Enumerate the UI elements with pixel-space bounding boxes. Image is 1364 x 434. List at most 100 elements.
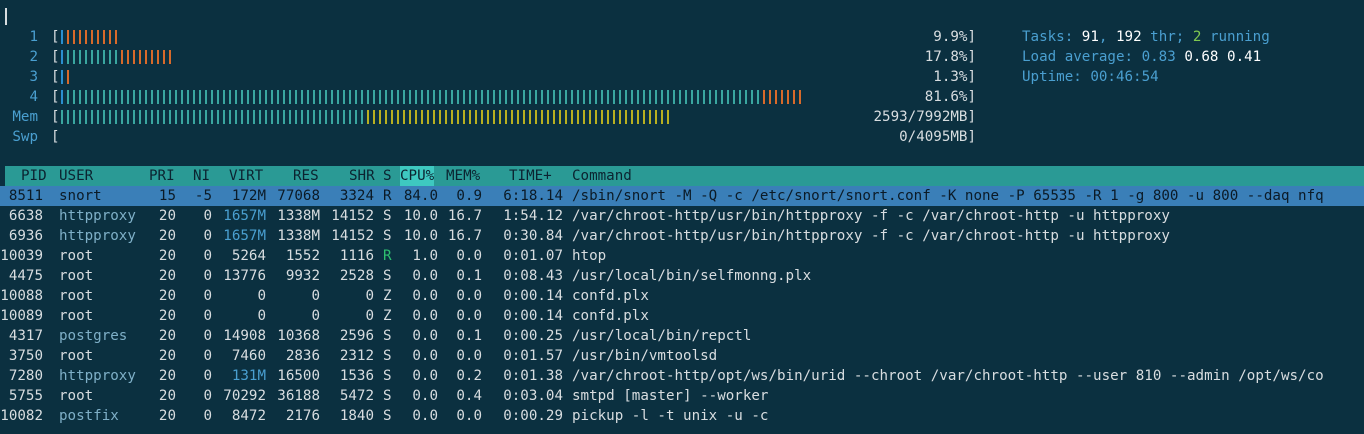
cell-cpu: 10.0 [403,228,438,244]
cell-pid: 4475 [8,268,43,284]
cell-pri: 20 [158,308,176,324]
process-row[interactable]: 4317 postgres 20 0 14908 10368 2596 S 0.0 0.1 0:00… [0,326,1364,346]
cell-s: S [383,208,392,224]
cell-mem: 0.4 [456,388,482,404]
cell-s: R [383,188,392,204]
cell-time: 0:08.43 [503,268,563,284]
terminal-cursor [5,8,7,25]
process-row-selected[interactable]: 8511 snort 15 -5 172M 77068 3324 R 84.0 0.9 6:18.1… [0,186,1364,206]
cell-pid: 6936 [8,228,43,244]
col-user[interactable]: USER [59,166,93,186]
cell-ni: 0 [203,348,212,364]
cell-mem: 0.1 [456,268,482,284]
cell-res: 36188 [277,388,320,404]
cell-ni: 0 [203,228,212,244]
cell-pri: 20 [158,348,176,364]
cell-cpu: 0.0 [412,288,438,304]
cell-pri: 20 [158,228,176,244]
col-cpu-sorted[interactable]: CPU% [400,166,435,186]
col-virt[interactable]: VIRT [229,166,263,186]
cell-time: 0:03.04 [503,388,563,404]
process-row[interactable]: 3750 root 20 0 7460 2836 2312 S 0.0 0.0 0:01.57/us… [0,346,1364,366]
cell-s: S [383,328,392,344]
cell-s: S [383,348,392,364]
cell-pri: 15 [158,188,176,204]
cell-cpu: 84.0 [403,188,438,204]
cell-shr: 2596 [339,328,374,344]
process-row[interactable]: 4475 root 20 0 13776 9932 2528 S 0.0 0.1 0:08.43/u… [0,266,1364,286]
cell-user: postfix [59,408,119,424]
cell-pid: 10089 [0,308,43,324]
cell-user: root [59,388,94,404]
cell-s: S [383,268,392,284]
col-ni[interactable]: NI [193,166,210,186]
process-row[interactable]: 6936 httpproxy 20 0 1657M 1338M 14152 S 10.0 16.7… [0,226,1364,246]
meter-value: 0/4095MB] [899,129,976,145]
cell-pri: 20 [158,328,176,344]
cell-user: root [59,248,94,264]
cell-shr: 3324 [339,188,374,204]
col-state[interactable]: S [383,166,392,186]
process-row[interactable]: 10089 root 20 0 0 0 0 Z 0.0 0.0 0:00.14 confd.plx [0,306,1364,326]
cell-pri: 20 [158,268,176,284]
col-shr[interactable]: SHR [349,166,375,186]
process-row[interactable]: 6638 httpproxy 20 0 1657M 1338M 14152 S 10.0 16.7… [0,206,1364,226]
cell-cmd: pickup -l -t unix -u -c [572,408,769,424]
cell-cpu: 0.0 [412,388,438,404]
process-row[interactable]: 5755 root 20 0 70292 36188 5472 S 0.0 0.4 0:03.04 s… [0,386,1364,406]
cell-mem: 0.0 [456,348,482,364]
cell-pri: 20 [158,248,176,264]
cell-s: S [383,368,392,384]
cell-res: 1552 [285,248,320,264]
cell-res: 2176 [285,408,320,424]
cell-virt: 172M [231,188,266,204]
col-time[interactable]: TIME+ [509,166,552,186]
cell-cmd: /var/chroot-http/opt/ws/bin/urid --chroo… [572,368,1324,384]
process-row[interactable]: 10082 postfix 20 0 8472 2176 1840 S 0.0 0.0 0:00.2… [0,406,1364,426]
process-row[interactable]: 7280 httpproxy 20 0 131M 16500 1536 S 0.0 0.2 0:01… [0,366,1364,386]
cell-pid: 6638 [8,208,43,224]
col-pid[interactable]: PID [21,166,47,186]
col-command[interactable]: Command [572,166,632,186]
cell-cmd: htop [572,248,607,264]
cell-mem: 0.0 [456,408,482,424]
cell-s: R [383,248,392,264]
cell-cmd: /sbin/snort -M -Q -c /etc/snort/snort.co… [572,188,1324,204]
cell-pri: 20 [158,388,176,404]
process-row[interactable]: 10039 root 20 0 5264 1552 1116 R 1.0 0.0 0:01.07 ht… [0,246,1364,266]
cell-pid: 10082 [0,408,43,424]
cell-time: 0:00.25 [503,328,563,344]
cell-pid: 8511 [8,188,43,204]
cell-cpu: 0.0 [412,408,438,424]
cell-shr: 14152 [331,228,374,244]
cell-cmd: confd.plx [572,288,649,304]
cell-shr: 0 [365,308,374,324]
process-row[interactable]: 10088 root 20 0 0 0 0 Z 0.0 0.0 0:00.14 confd.plx [0,286,1364,306]
cell-pri: 20 [158,208,176,224]
cell-mem: 0.0 [456,248,482,264]
cell-virt: 8472 [231,408,266,424]
cell-ni: 0 [203,368,212,384]
cell-virt: 0 [257,308,266,324]
cell-virt: 5264 [231,248,266,264]
col-mem[interactable]: MEM% [446,166,480,186]
process-table-header[interactable]: PID USER PRI NI VIRT RES SHR S CPU% MEM%… [5,166,1364,186]
cell-cpu: 0.0 [412,348,438,364]
cell-user: root [59,308,94,324]
cell-s: Z [383,288,392,304]
meter-value: 17.8%] [924,49,976,65]
cell-cmd: /var/chroot-http/usr/bin/httpproxy -f -c… [572,228,1170,244]
cell-pid: 7280 [8,368,43,384]
cell-res: 10368 [277,328,320,344]
cell-pid: 4317 [8,328,43,344]
cell-time: 1:54.12 [503,208,563,224]
cell-user: httpproxy [59,368,136,384]
cell-cpu: 0.0 [412,368,438,384]
col-res[interactable]: RES [293,166,319,186]
col-pri[interactable]: PRI [149,166,175,186]
cell-user: httpproxy [59,208,136,224]
cell-user: postgres [59,328,128,344]
cell-cmd: /usr/local/bin/selfmonng.plx [572,268,812,284]
cell-shr: 14152 [331,208,374,224]
cell-cpu: 0.0 [412,308,438,324]
